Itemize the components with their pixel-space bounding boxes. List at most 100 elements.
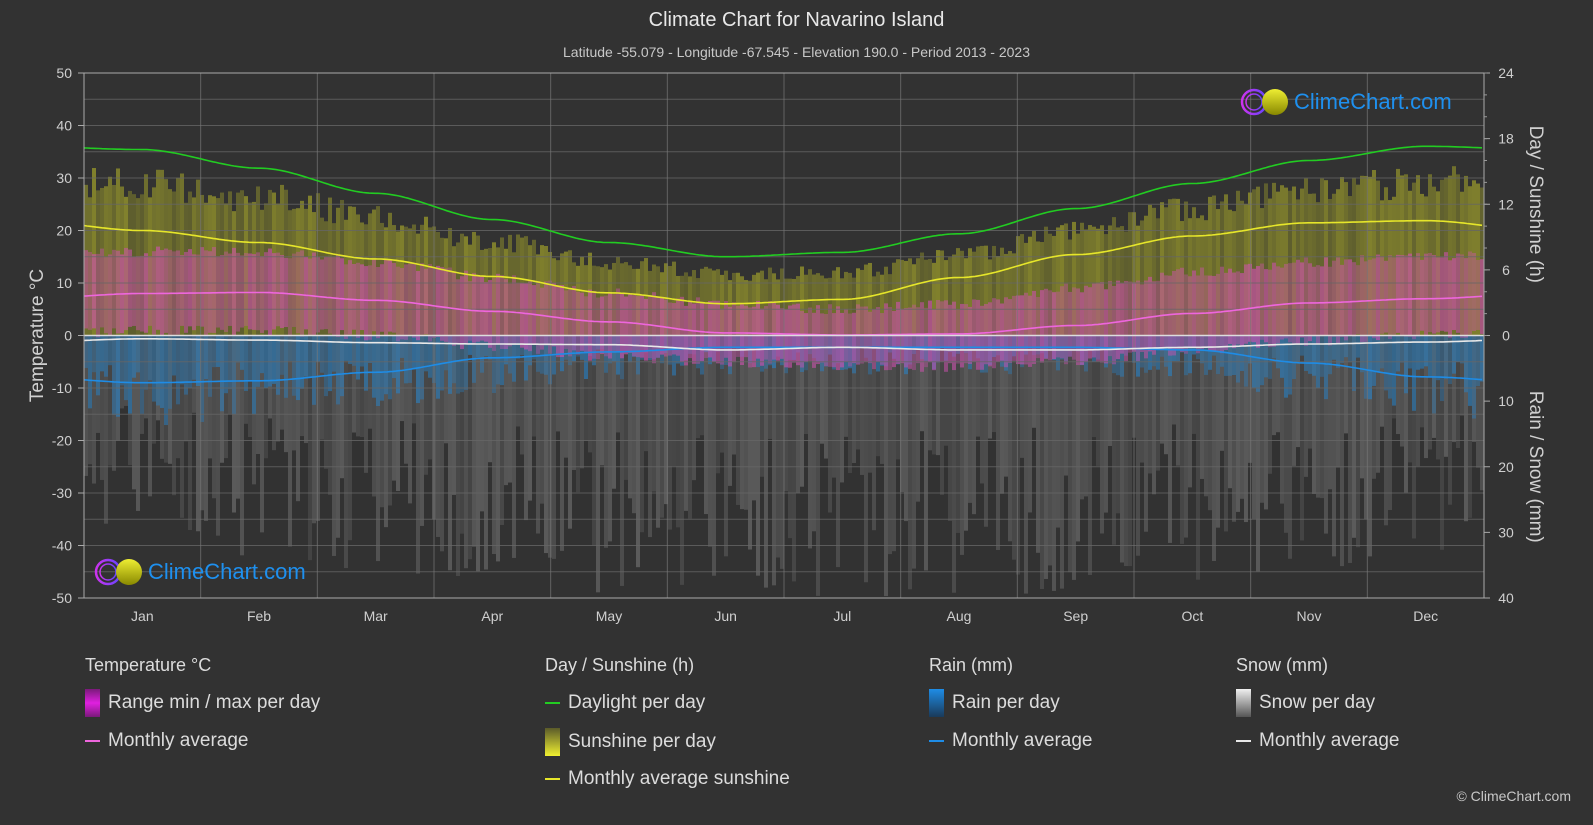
temp-range-bar — [1456, 253, 1460, 333]
temp-range-bar — [592, 290, 596, 359]
rain-bar — [128, 335, 132, 414]
rain-swatch-icon — [929, 689, 944, 717]
legend-item-sunshine[interactable]: Sunshine per day — [545, 728, 716, 756]
rain-axis-title: Rain / Snow (mm) — [1525, 391, 1546, 543]
snow-bar — [908, 335, 912, 590]
copyright[interactable]: © ClimeChart.com — [1456, 788, 1571, 804]
temp-range-bar — [332, 257, 336, 336]
snow-bar — [808, 335, 812, 549]
temp-range-bar — [1296, 259, 1300, 345]
legend-item-rain[interactable]: Rain per day — [929, 689, 1060, 717]
temp-range-bar — [980, 305, 984, 370]
temp-range-bar — [1004, 297, 1008, 368]
temp-range-bar — [1128, 281, 1132, 353]
temp-range-bar — [776, 304, 780, 361]
temp-range-bar — [712, 300, 716, 362]
temp-range-bar — [632, 295, 636, 357]
temp-range-bar — [328, 256, 332, 334]
temp-range-bar — [1304, 257, 1308, 346]
watermark-logo-bottom[interactable]: ClimeChart.com — [94, 557, 306, 587]
temp-range-bar — [1476, 259, 1480, 330]
rain-bar — [1332, 335, 1336, 360]
temp-range-bar — [424, 268, 428, 335]
legend-label: Daylight per day — [568, 692, 706, 713]
legend-item-snow-avg[interactable]: Monthly average — [1236, 730, 1399, 752]
temp-range-bar — [1436, 257, 1440, 333]
legend-item-temp-avg[interactable]: Monthly average — [85, 730, 248, 752]
temp-range-bar — [1104, 289, 1108, 364]
temp-range-bar — [1196, 275, 1200, 354]
snow-bar — [1348, 335, 1352, 563]
temp-range-bar — [444, 268, 448, 342]
rain-bar — [376, 335, 380, 407]
snow-bar — [1128, 335, 1132, 567]
month-label: Mar — [364, 608, 388, 624]
temp-range-bar — [928, 300, 932, 363]
temp-range-bar — [1188, 276, 1192, 348]
temp-range-bar — [820, 313, 824, 363]
left-axis-title: Temperature °C — [27, 269, 48, 402]
rain-bar — [232, 335, 236, 415]
temp-range-bar — [124, 247, 128, 331]
temp-range-bar — [1416, 253, 1420, 337]
temp-range-bar — [1172, 270, 1176, 356]
snow-swatch-icon — [1236, 689, 1251, 717]
temp-range-bar — [768, 300, 772, 364]
temp-range-bar — [1408, 253, 1412, 337]
temp-range-bar — [1336, 257, 1340, 344]
temp-range-bar — [392, 262, 396, 333]
legend-label: Monthly average — [952, 730, 1093, 751]
left-tick-label: 10 — [56, 275, 72, 291]
rain-bar — [316, 335, 320, 362]
rain-bar — [248, 335, 252, 381]
snow-bar — [1196, 335, 1200, 580]
temp-range-bar — [408, 263, 412, 335]
snow-bar — [836, 335, 840, 568]
legend-item-temp-range[interactable]: Range min / max per day — [85, 689, 320, 717]
snow-bar — [1076, 335, 1080, 542]
legend-item-rain-avg[interactable]: Monthly average — [929, 730, 1092, 752]
temp-range-bar — [1152, 281, 1156, 355]
temp-range-bar — [1220, 266, 1224, 354]
rain-bar — [1300, 335, 1304, 356]
temp-range-bar — [508, 283, 512, 347]
temp-range-bar — [1340, 264, 1344, 337]
temp-range-bar — [1064, 283, 1068, 365]
rain-bar — [276, 335, 280, 395]
temp-range-bar — [180, 255, 184, 326]
temp-range-bar — [1344, 259, 1348, 341]
legend-item-sunshine-avg[interactable]: Monthly average sunshine — [545, 768, 790, 790]
legend-item-daylight[interactable]: Daylight per day — [545, 692, 705, 714]
snow-bar — [1340, 335, 1344, 567]
temp-range-bar — [128, 249, 132, 327]
watermark-logo-top[interactable]: ClimeChart.com — [1240, 87, 1452, 117]
temp-range-bar — [196, 254, 200, 326]
rain-bar — [1376, 335, 1380, 372]
snow-bar — [1332, 335, 1336, 557]
legend-label: Sunshine per day — [568, 731, 716, 752]
rain-bar — [436, 335, 440, 399]
legend-label: Monthly average sunshine — [568, 768, 790, 789]
legend-item-snow[interactable]: Snow per day — [1236, 689, 1375, 717]
sunshine-tick-label: 18 — [1498, 131, 1514, 147]
snow-bar — [924, 335, 928, 571]
temp-range-bar — [1164, 275, 1168, 348]
temp-range-bar — [1452, 258, 1456, 331]
rain-bar — [416, 335, 420, 404]
temp-range-bar — [836, 306, 840, 371]
rain-bar — [136, 335, 140, 373]
temp-range-bar — [1320, 266, 1324, 337]
temp-range-bar — [1368, 259, 1372, 337]
left-tick-label: -20 — [52, 433, 72, 449]
snow-bar — [1024, 335, 1028, 594]
temp-range-bar — [784, 309, 788, 368]
temp-range-bar — [1180, 267, 1184, 352]
rain-tick-label: 30 — [1498, 524, 1514, 540]
snow-bar — [1044, 335, 1048, 579]
temp-range-bar — [1384, 260, 1388, 333]
temp-range-bar — [492, 278, 496, 352]
temp-range-bar — [352, 263, 356, 330]
temp-range-bar — [884, 303, 888, 371]
rain-bar — [1388, 335, 1392, 399]
temp-range-bar — [132, 256, 136, 326]
